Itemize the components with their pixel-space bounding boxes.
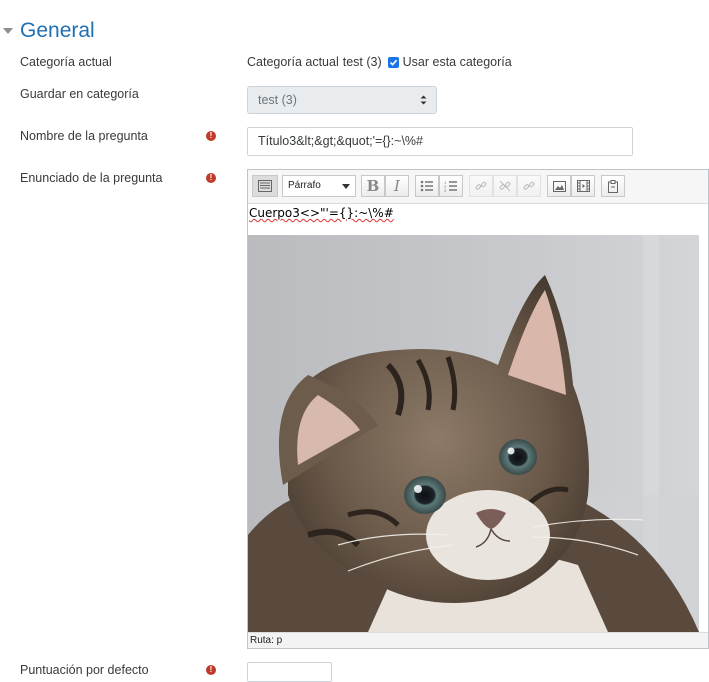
anchor-icon[interactable] <box>517 175 541 197</box>
italic-icon[interactable]: I <box>385 175 409 197</box>
chevron-down-icon <box>342 184 350 189</box>
save-category-value: test (3) <box>258 93 297 107</box>
required-icon: ! <box>206 131 216 141</box>
toolbar-toggle-icon[interactable] <box>252 175 278 197</box>
save-category-label: Guardar en categoría <box>20 87 139 101</box>
editor-toolbar: Párrafo B I 123 <box>248 170 708 204</box>
media-icon[interactable] <box>571 175 595 197</box>
editor-path-bar: Ruta: p <box>248 632 708 648</box>
question-name-label: Nombre de la pregunta <box>20 129 148 143</box>
use-category-checkbox[interactable] <box>387 56 399 68</box>
unlink-icon[interactable] <box>493 175 517 197</box>
question-text-editor[interactable]: Párrafo B I 123 Cuerpo3<>"'={}:~\%# Ruta… <box>247 169 709 649</box>
current-category-value: test (3) <box>342 55 382 69</box>
paste-icon[interactable] <box>601 175 625 197</box>
current-category-label: Categoría actual <box>20 55 112 69</box>
current-category-row: Categoría actual test (3) Usar esta cate… <box>247 55 512 69</box>
use-category-label[interactable]: Usar esta categoría <box>403 55 512 69</box>
question-body-value: Cuerpo3<>"'={}:~\%# <box>249 206 394 220</box>
save-category-select[interactable]: test (3) <box>247 86 437 114</box>
question-body-text: Cuerpo3<>"'={}:~\%# <box>249 206 394 220</box>
required-icon: ! <box>206 173 216 183</box>
paragraph-format-select[interactable]: Párrafo <box>282 175 356 197</box>
default-mark-label: Puntuación por defecto <box>20 663 149 677</box>
unordered-list-icon[interactable] <box>415 175 439 197</box>
svg-text:3: 3 <box>444 188 447 192</box>
image-icon[interactable] <box>547 175 571 197</box>
default-mark-input[interactable] <box>247 662 332 682</box>
ordered-list-icon[interactable]: 123 <box>439 175 463 197</box>
question-name-input[interactable]: Título3&lt;&gt;&quot;'={}:~\%# <box>247 127 633 156</box>
collapse-caret-icon[interactable] <box>3 28 13 34</box>
link-icon[interactable] <box>469 175 493 197</box>
paragraph-format-value: Párrafo <box>288 180 321 191</box>
section-title[interactable]: General <box>20 19 95 43</box>
current-category-prefix: Categoría actual <box>247 55 339 69</box>
bold-icon[interactable]: B <box>361 175 385 197</box>
select-arrows-icon <box>420 95 427 105</box>
kitten-image <box>248 235 699 632</box>
question-text-label: Enunciado de la pregunta <box>20 171 163 185</box>
required-icon: ! <box>206 665 216 675</box>
